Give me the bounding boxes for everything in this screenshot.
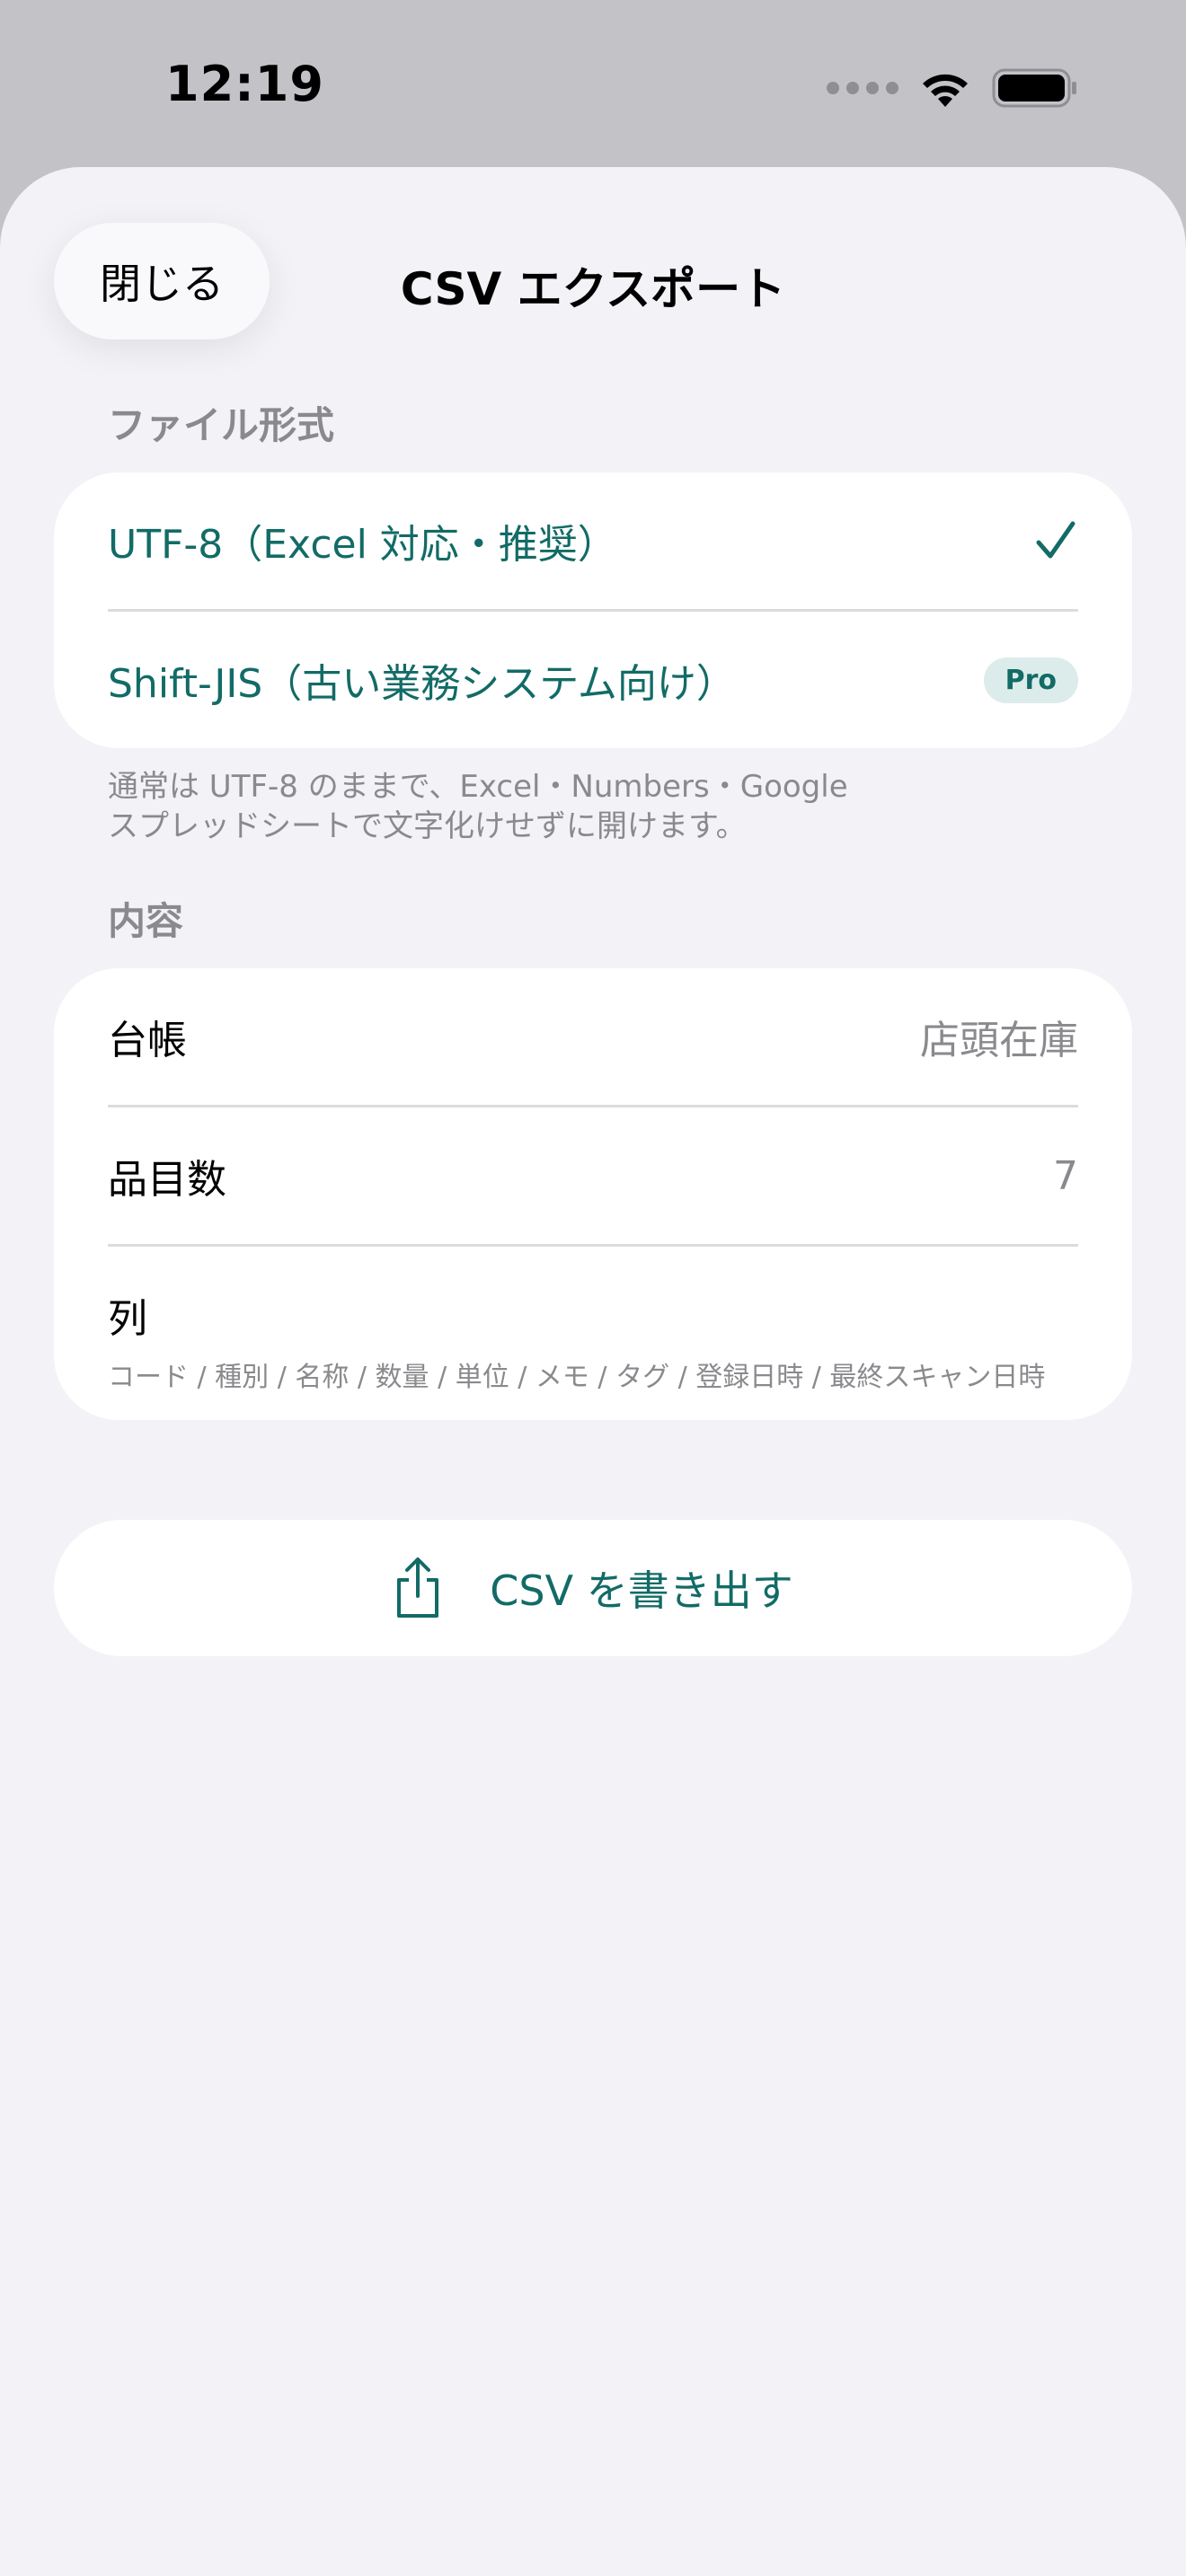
ledger-label: 台帳 — [108, 1018, 187, 1063]
battery-icon — [992, 68, 1076, 108]
export-sheet: 閉じる CSV エクスポート ファイル形式 UTF-8（Excel 対応・推奨）… — [0, 167, 1186, 2576]
status-time: 12:19 — [165, 56, 324, 112]
format-option-label: Shift-JIS（古い業務システム向け） — [108, 661, 736, 707]
cellular-dots-icon — [827, 82, 898, 94]
ledger-value: 店頭在庫 — [920, 1018, 1078, 1063]
note-line: 通常は UTF-8 のままで、Excel・Numbers・Google — [108, 769, 848, 805]
columns-row: 列 コード / 種別 / 名称 / 数量 / 単位 / メモ / タグ / 登録… — [108, 1244, 1078, 1420]
item-count-value: 7 — [1053, 1152, 1078, 1199]
format-option-shift-jis[interactable]: Shift-JIS（古い業務システム向け） Pro — [108, 609, 1078, 748]
sheet-title: CSV エクスポート — [400, 263, 786, 315]
format-option-label: UTF-8（Excel 対応・推奨） — [108, 522, 617, 568]
columns-value: コード / 種別 / 名称 / 数量 / 単位 / メモ / タグ / 登録日時… — [108, 1362, 1046, 1393]
checkmark-icon — [1036, 521, 1075, 559]
file-format-header: ファイル形式 — [108, 403, 335, 447]
content-group: 台帳 店頭在庫 品目数 7 列 コード / 種別 / 名称 / 数量 / 単位 … — [54, 968, 1132, 1420]
wifi-icon — [923, 74, 968, 107]
status-icons — [827, 63, 1078, 113]
pro-badge: Pro — [983, 657, 1078, 703]
content-header: 内容 — [108, 899, 184, 943]
file-format-group: UTF-8（Excel 対応・推奨） Shift-JIS（古い業務システム向け）… — [54, 472, 1132, 748]
columns-label: 列 — [108, 1296, 147, 1342]
share-icon — [397, 1557, 439, 1618]
export-label: CSV を書き出す — [490, 1566, 793, 1615]
ledger-row: 台帳 店頭在庫 — [108, 968, 1078, 1105]
note-line: スプレッドシートで文字化けせずに開けます。 — [108, 808, 747, 844]
export-csv-button[interactable]: CSV を書き出す — [54, 1520, 1132, 1656]
item-count-row: 品目数 7 — [108, 1105, 1078, 1244]
file-format-note: 通常は UTF-8 のままで、Excel・Numbers・Google スプレッ… — [108, 767, 1096, 846]
item-count-label: 品目数 — [108, 1157, 226, 1203]
screen: 12:19 閉じる CSV エクスポート ファイル形式 UTF-8（Excel … — [0, 0, 1186, 2576]
format-option-utf8[interactable]: UTF-8（Excel 対応・推奨） — [108, 472, 1078, 609]
